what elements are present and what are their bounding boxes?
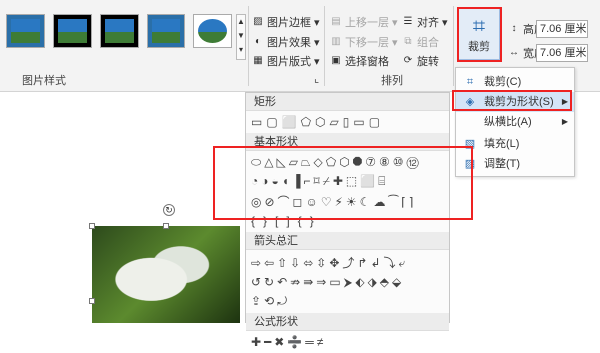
selection-pane-button[interactable]: ▣ 选择窗格 <box>330 53 389 69</box>
shapes-gallery-panel: 矩形 ▭▢⬜⬠⬡▱▯▭▢ 基本形状 ⬭△◺▱⏢◇⬠⬡⯃⑦⑧⑩⑫ ◔◑◒◖▐⌐⌑⌿… <box>245 92 450 349</box>
basic-shapes-row-4[interactable]: {}[]{} <box>246 210 449 232</box>
picture-style-4[interactable] <box>146 14 186 48</box>
picture-effects-label: 图片效果 <box>267 37 311 49</box>
block-arrows-row-3[interactable]: ⇪⟲⤾ <box>246 290 449 313</box>
picture-layout-button[interactable]: ▦ 图片版式 ▾ <box>252 53 319 69</box>
selected-picture[interactable] <box>92 226 240 323</box>
group-separator <box>248 6 249 86</box>
selection-pane-icon: ▣ <box>331 55 341 66</box>
picture-style-2[interactable] <box>52 14 92 48</box>
crop-button-label: 裁剪 <box>468 41 490 53</box>
picture-styles-gallery <box>6 14 232 60</box>
crop-icon: ⌗ <box>472 13 486 38</box>
resize-handle[interactable] <box>89 298 95 304</box>
picture-layout-icon: ▦ <box>253 55 263 66</box>
width-field[interactable]: 7.06 厘米 <box>536 44 588 62</box>
group-label: 组合 <box>417 37 439 49</box>
send-backward-icon: ▥ <box>331 36 341 47</box>
basic-shapes-header: 基本形状 <box>246 133 449 151</box>
align-icon: ☰ <box>403 16 413 27</box>
height-icon: ↕ <box>511 23 517 34</box>
basic-shapes-row-2[interactable]: ◔◑◒◖▐⌐⌑⌿✚⬚⬜⌸ <box>246 170 449 189</box>
selection-pane-label: 选择窗格 <box>345 56 389 68</box>
group-button[interactable]: ⧉ 组合 <box>402 34 439 50</box>
menu-item-crop[interactable]: ⌗ 裁剪(C) <box>456 72 574 92</box>
rectangles-row[interactable]: ▭▢⬜⬠⬡▱▯▭▢ <box>246 111 449 133</box>
rotate-button[interactable]: ⟳ 旋转 <box>402 53 439 69</box>
basic-shapes-row-3[interactable]: ◎⊘⌒◻☺♡⚡☀☾☁⁀⌈⌉ <box>246 189 449 210</box>
picture-styles-dialog-launcher[interactable]: ⌞ <box>314 72 319 85</box>
bring-forward-button[interactable]: ▤ 上移一层 ▾ <box>330 14 397 30</box>
arrange-group-label: 排列 <box>381 75 403 87</box>
menu-item-aspect-ratio[interactable]: 纵横比(A) ▶ <box>456 112 574 132</box>
crop-button[interactable]: ⌗ 裁剪 <box>458 8 500 60</box>
submenu-arrow-icon: ▶ <box>561 97 568 106</box>
fill-icon: ▧ <box>464 138 476 150</box>
resize-handle[interactable] <box>89 223 95 229</box>
block-arrows-header: 箭头总汇 <box>246 232 449 250</box>
send-backward-label: 下移一层 <box>345 37 389 49</box>
send-backward-button[interactable]: ▥ 下移一层 ▾ <box>330 34 397 50</box>
equation-shapes-header: 公式形状 <box>246 313 449 331</box>
basic-shapes-row-1[interactable]: ⬭△◺▱⏢◇⬠⬡⯃⑦⑧⑩⑫ <box>246 151 449 170</box>
picture-border-icon: ▨ <box>253 16 263 27</box>
picture-border-label: 图片边框 <box>267 17 311 29</box>
picture-style-3[interactable] <box>99 14 139 48</box>
crop-to-shape-icon: ◈ <box>465 96 475 108</box>
submenu-arrow-icon: ▶ <box>561 117 568 126</box>
picture-style-1[interactable] <box>6 14 45 48</box>
crop-icon: ⌗ <box>466 76 474 88</box>
rotate-label: 旋转 <box>417 56 439 68</box>
equation-shapes-row[interactable]: ✚━✖➗═≠ <box>246 331 449 353</box>
menu-item-fit[interactable]: ▨ 调整(T) <box>456 154 574 174</box>
rotate-handle-icon[interactable]: ↻ <box>163 204 175 216</box>
picture-layout-label: 图片版式 <box>267 56 311 68</box>
fit-icon: ▨ <box>464 158 476 170</box>
bring-forward-icon: ▤ <box>331 16 341 27</box>
height-field[interactable]: 7.06 厘米 <box>536 20 588 38</box>
rotate-icon: ⟳ <box>403 55 413 66</box>
picture-style-5[interactable] <box>193 14 232 48</box>
menu-item-crop-to-shape[interactable]: ◈ 裁剪为形状(S) ▶ <box>456 92 574 112</box>
block-arrows-row-2[interactable]: ↺↻↶⇏⇛⇒▭⮞⬖⬗⬘⬙ <box>246 271 449 290</box>
align-button[interactable]: ☰ 对齐 ▾ <box>402 14 448 30</box>
group-separator <box>453 6 454 86</box>
block-arrows-row-1[interactable]: ⇨⇦⇧⇩⬄⇳✥⤴↱↲⤵⤶ <box>246 250 449 271</box>
picture-effects-icon: ◐ <box>254 36 262 47</box>
gallery-scroll-button[interactable]: ▲ ▼ ▾ <box>236 14 246 60</box>
menu-item-fill[interactable]: ▧ 填充(L) <box>456 134 574 154</box>
group-icon: ⧉ <box>404 36 412 47</box>
width-icon: ↔ <box>509 47 519 58</box>
group-separator <box>324 6 325 86</box>
picture-border-button[interactable]: ▨ 图片边框 ▾ <box>252 14 319 30</box>
rectangles-header: 矩形 <box>246 93 449 111</box>
resize-handle[interactable] <box>163 223 169 229</box>
align-label: 对齐 <box>417 17 439 29</box>
picture-effects-button[interactable]: ◐ 图片效果 ▾ <box>252 34 320 50</box>
picture-styles-group-label: 图片样式 <box>22 75 66 87</box>
bring-forward-label: 上移一层 <box>345 17 389 29</box>
crop-dropdown-menu: ⌗ 裁剪(C) ◈ 裁剪为形状(S) ▶ 纵横比(A) ▶ ▧ 填充(L) ▨ … <box>455 67 575 177</box>
